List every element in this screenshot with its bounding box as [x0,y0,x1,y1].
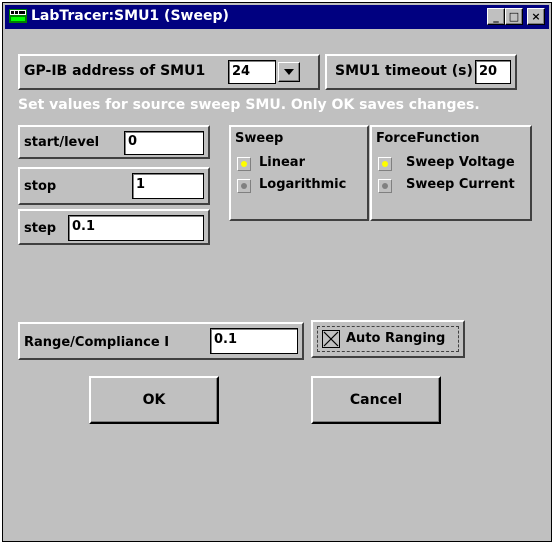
labtracer-app-icon [9,9,27,23]
timeout-panel: SMU1 timeout (s) 20 [325,54,517,90]
sweep-linear-label[interactable]: Linear [259,155,305,170]
stop-input[interactable]: 1 [132,173,204,199]
minimize-icon: _ [493,10,499,23]
range-compliance-input[interactable]: 0.1 [210,328,298,354]
sweep-voltage-label[interactable]: Sweep Voltage [406,155,515,170]
start-label: start/level [24,135,100,150]
start-input[interactable]: 0 [124,131,204,155]
step-value: 0.1 [72,219,96,234]
ok-button[interactable]: OK [89,376,219,424]
title-bar[interactable]: LabTracer:SMU1 (Sweep) _ □ × [5,5,549,29]
step-input[interactable]: 0.1 [68,215,204,241]
auto-ranging-panel: Auto Ranging [311,320,465,358]
gpib-address-value: 24 [232,64,251,79]
radio-unselected-dot [382,183,388,189]
range-compliance-label: Range/Compliance I [24,335,170,350]
sweep-current-radio[interactable] [378,179,392,193]
radio-selected-dot [241,161,247,167]
gpib-dropdown-button[interactable] [278,62,300,82]
start-panel: start/level 0 [18,125,210,159]
close-icon: × [531,10,541,23]
sweep-linear-radio[interactable] [237,157,251,171]
cancel-button[interactable]: Cancel [311,376,441,424]
range-compliance-panel: Range/Compliance I 0.1 [18,322,304,360]
chevron-down-icon [284,69,294,75]
maximize-icon: □ [508,10,520,23]
sweep-logarithmic-label[interactable]: Logarithmic [259,177,346,192]
close-button[interactable]: × [527,8,545,25]
timeout-value: 20 [479,64,498,79]
minimize-button[interactable]: _ [487,8,505,25]
radio-selected-dot [382,161,388,167]
sweep-title: Sweep [235,131,284,146]
start-value: 0 [128,134,138,149]
range-compliance-value: 0.1 [214,332,238,347]
gpib-label: GP-IB address of SMU1 [24,63,206,79]
timeout-label: SMU1 timeout (s) [335,63,473,79]
ok-label: OK [142,392,166,408]
sweep-group: Sweep Linear Logarithmic [229,125,369,221]
sweep-current-label[interactable]: Sweep Current [406,177,515,192]
force-function-group: ForceFunction Sweep Voltage Sweep Curren… [370,125,532,221]
auto-ranging-label: Auto Ranging [346,331,446,346]
maximize-button[interactable]: □ [505,8,523,25]
step-label: step [24,221,57,236]
stop-label: stop [24,179,57,194]
gpib-address-select[interactable]: 24 [228,60,276,84]
cancel-label: Cancel [349,392,403,408]
stop-value: 1 [136,177,146,192]
timeout-input[interactable]: 20 [475,60,511,84]
sweep-voltage-radio[interactable] [378,157,392,171]
x-check-icon [322,330,340,348]
radio-unselected-dot [241,183,247,189]
auto-ranging-checkbox[interactable]: Auto Ranging [317,326,459,352]
window-title: LabTracer:SMU1 (Sweep) [31,8,229,24]
stop-panel: stop 1 [18,167,210,205]
step-panel: step 0.1 [18,209,210,245]
sweep-dialog-window: LabTracer:SMU1 (Sweep) _ □ × GP-IB addre… [2,2,552,542]
instructions-text: Set values for source sweep SMU. Only OK… [18,97,480,113]
sweep-logarithmic-radio[interactable] [237,179,251,193]
gpib-panel: GP-IB address of SMU1 24 [18,54,320,90]
force-function-title: ForceFunction [376,131,480,146]
